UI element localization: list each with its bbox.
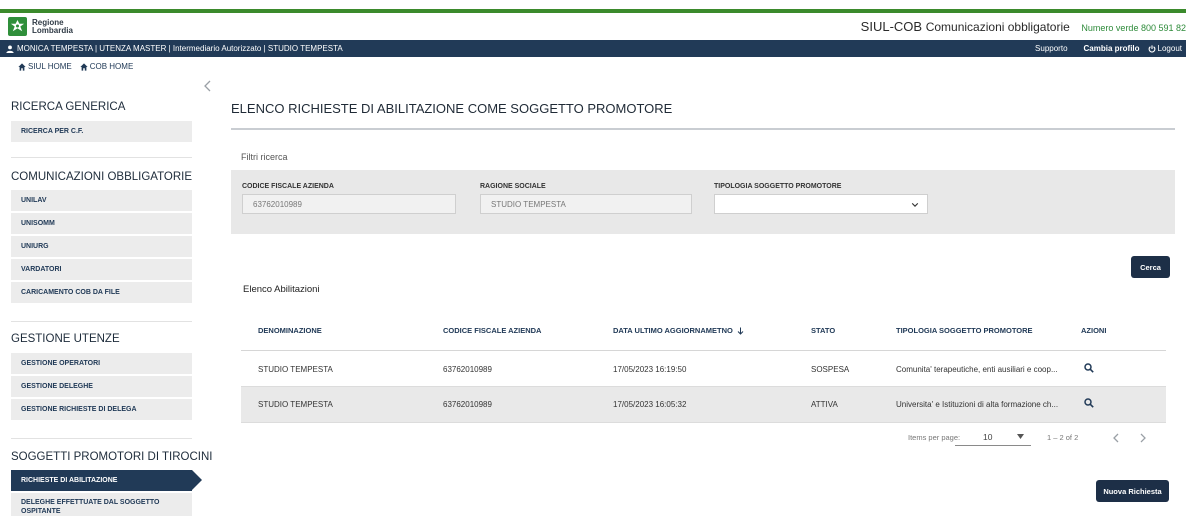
sidebar-item-gestione-operatori[interactable]: GESTIONE OPERATORI [11, 353, 192, 374]
user-bar: MONICA TEMPESTA | UTENZA MASTER | Interm… [0, 40, 1186, 57]
user-info-text: MONICA TEMPESTA | UTENZA MASTER | Interm… [17, 44, 343, 53]
support-link[interactable]: Supporto [1035, 44, 1067, 53]
cell-tipologia: Comunita' terapeutiche, enti ausiliari e… [896, 365, 1058, 374]
sidebar-item-richieste-delega[interactable]: GESTIONE RICHIESTE DI DELEGA [11, 399, 192, 420]
section-ricerca-generica: RICERCA GENERICA [11, 101, 126, 113]
row-divider [241, 422, 1166, 423]
search-icon[interactable] [1084, 398, 1094, 408]
sidebar-item-richieste-abilitazione[interactable]: RICHIESTE DI ABILITAZIONE [11, 470, 202, 491]
sidebar-item-ricerca-cf[interactable]: RICERCA PER C.F. [11, 121, 192, 142]
collapse-sidebar-chevron-left-icon[interactable] [203, 80, 213, 92]
logo-mark-icon [8, 17, 27, 36]
siul-home-label: SIUL HOME [28, 62, 72, 71]
column-header-data-aggiornamento[interactable]: DATA ULTIMO AGGIORNAMETNO [613, 326, 744, 335]
divider [11, 438, 192, 439]
user-info: MONICA TEMPESTA | UTENZA MASTER | Interm… [6, 44, 343, 53]
section-soggetti-promotori: SOGGETTI PROMOTORI DI TIROCINI [11, 451, 213, 463]
siul-home-link[interactable]: SIUL HOME [18, 62, 72, 71]
sidebar-item-gestione-deleghe[interactable]: GESTIONE DELEGHE [11, 376, 192, 397]
cell-codice-fiscale: 63762010989 [443, 365, 492, 374]
app-title: SIUL-COB Comunicazioni obbligatorie Nume… [861, 19, 1186, 34]
items-per-page-label: Items per page: [908, 433, 961, 442]
title-divider [231, 128, 1175, 130]
page-size-underline [955, 445, 1031, 446]
search-button[interactable]: Cerca [1131, 256, 1170, 278]
ragione-sociale-input[interactable]: STUDIO TEMPESTA [480, 194, 692, 214]
search-icon[interactable] [1084, 363, 1094, 373]
list-title: Elenco Abilitazioni [243, 284, 320, 295]
next-page-chevron-right-icon[interactable] [1137, 431, 1149, 445]
divider [11, 321, 192, 322]
sidebar-item-deleghe-soggetto-ospitante[interactable]: DELEGHE EFFETTUATE DAL SOGGETTO OSPITANT… [11, 493, 192, 516]
sort-arrow-down-icon[interactable] [737, 327, 744, 335]
previous-page-chevron-left-icon[interactable] [1110, 431, 1122, 445]
sidebar-item-unisomm[interactable]: UNISOMM [11, 213, 192, 234]
column-header-denominazione[interactable]: DENOMINAZIONE [258, 326, 322, 335]
divider [11, 157, 192, 158]
cell-data: 17/05/2023 16:05:32 [613, 400, 687, 409]
table-header-divider [241, 350, 1166, 351]
cell-codice-fiscale: 63762010989 [443, 400, 492, 409]
cell-stato: SOSPESA [811, 365, 850, 374]
column-header-stato[interactable]: STATO [811, 326, 835, 335]
column-header-codice-fiscale[interactable]: CODICE FISCALE AZIENDA [443, 326, 541, 335]
table-row[interactable]: STUDIO TEMPESTA 63762010989 17/05/2023 1… [241, 352, 1166, 387]
logo-text: Regione Lombardia [32, 18, 73, 35]
cell-denominazione: STUDIO TEMPESTA [258, 400, 333, 409]
sidebar-item-unilav[interactable]: UNILAV [11, 190, 192, 211]
filters-panel: CODICE FISCALE AZIENDA 63762010989 RAGIO… [231, 170, 1175, 234]
sidebar-item-caricamento[interactable]: CARICAMENTO COB DA FILE [11, 282, 192, 303]
page-title: ELENCO RICHIESTE DI ABILITAZIONE COME SO… [231, 101, 673, 116]
change-profile-link[interactable]: Cambia profilo [1084, 44, 1140, 53]
cf-label: CODICE FISCALE AZIENDA [242, 183, 334, 190]
column-header-azioni: AZIONI [1081, 326, 1107, 335]
column-header-tipologia[interactable]: TIPOLOGIA SOGGETTO PROMOTORE [896, 326, 1033, 335]
chevron-down-icon [911, 203, 919, 207]
chevron-down-icon[interactable] [1017, 434, 1024, 439]
section-gestione-utenze: GESTIONE UTENZE [11, 333, 120, 345]
user-icon [6, 44, 14, 53]
cell-data: 17/05/2023 16:19:50 [613, 365, 687, 374]
ragione-sociale-label: RAGIONE SOCIALE [480, 183, 546, 190]
logout-label: Logout [1157, 44, 1182, 53]
home-links: SIUL HOME COB HOME [18, 62, 133, 71]
home-icon [18, 62, 26, 71]
tipologia-select[interactable] [714, 194, 928, 214]
user-actions: Supporto Cambia profilo Logout [1019, 44, 1182, 53]
home-icon [80, 62, 88, 71]
sidebar-item-uniurg[interactable]: UNIURG [11, 236, 192, 257]
filters-label: Filtri ricerca [241, 152, 288, 162]
phone-number: Numero verde 800 591 82 [1081, 23, 1186, 33]
top-accent-bar [0, 0, 1186, 14]
cob-home-link[interactable]: COB HOME [80, 62, 134, 71]
cell-denominazione: STUDIO TEMPESTA [258, 365, 333, 374]
sidebar-item-vardatori[interactable]: VARDATORI [11, 259, 192, 280]
section-comunicazioni: COMUNICAZIONI OBBLIGATORIE [11, 171, 193, 183]
power-icon [1148, 44, 1155, 53]
logout-link[interactable]: Logout [1148, 44, 1182, 53]
cob-home-label: COB HOME [89, 62, 134, 71]
app-name: SIUL-COB [860, 19, 923, 34]
cell-tipologia: Universita' e Istituzioni di alta formaz… [896, 400, 1059, 409]
new-request-button[interactable]: Nuova Richiesta [1096, 480, 1169, 502]
table-row[interactable]: STUDIO TEMPESTA 63762010989 17/05/2023 1… [241, 387, 1166, 422]
cf-input[interactable]: 63762010989 [242, 194, 456, 214]
brand-bar: Regione Lombardia SIUL-COB Comunicazioni… [0, 13, 1186, 39]
tipologia-label: TIPOLOGIA SOGGETTO PROMOTORE [714, 183, 842, 190]
logo-line-2: Lombardia [32, 25, 73, 35]
app-subtitle: Comunicazioni obbligatorie [925, 20, 1070, 34]
regione-lombardia-logo[interactable]: Regione Lombardia [8, 16, 86, 37]
column-header-data-label: DATA ULTIMO AGGIORNAMETNO [613, 326, 733, 335]
page-range: 1 – 2 of 2 [1047, 433, 1079, 442]
cell-stato: ATTIVA [811, 400, 838, 409]
page-size-select[interactable]: 10 [983, 432, 992, 442]
